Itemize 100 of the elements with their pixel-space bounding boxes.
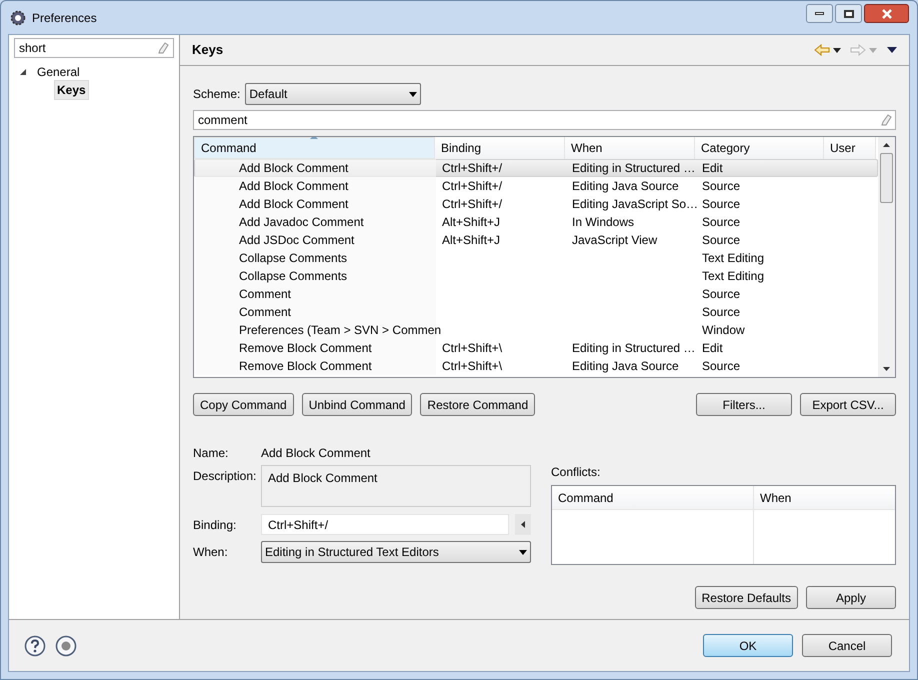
table-cell: Window [702, 323, 745, 337]
dropdown-icon [869, 48, 877, 52]
command-cell: Add Block Comment [239, 161, 348, 175]
table-row[interactable]: Comment Source [194, 303, 878, 321]
table-row[interactable]: Remove Block Comment Ctrl+Shift+\ Editing Java Source Source [194, 357, 878, 375]
scrollbar[interactable] [878, 137, 895, 377]
view-menu-icon[interactable] [887, 47, 897, 53]
table-cell: Source [702, 359, 740, 373]
collapse-arrow-icon[interactable] [20, 69, 26, 75]
table-cell: Editing JavaScript So… [572, 197, 698, 211]
command-cell: Collapse Comments [239, 269, 348, 283]
app-icon [10, 10, 26, 26]
table-cell: Alt+Shift+J [442, 233, 500, 247]
description-label: Description: [193, 468, 258, 485]
help-icon[interactable] [24, 634, 46, 656]
command-cell: Remove Block Comment [239, 359, 372, 373]
scroll-down-icon[interactable] [883, 367, 890, 371]
scheme-dropdown[interactable]: Default [245, 83, 422, 105]
dropdown-icon[interactable] [833, 48, 841, 52]
table-cell: Text Editing [702, 269, 764, 283]
maximize-icon [844, 10, 854, 18]
table-row[interactable]: Collapse Comments Text Editing [194, 267, 878, 285]
button[interactable]: Unbind Command [302, 393, 412, 416]
table-cell: Source [702, 233, 740, 247]
when-label: When: [193, 544, 229, 561]
filter-field[interactable]: short [14, 38, 174, 58]
column-header[interactable]: When [565, 137, 695, 159]
minimize-icon [815, 12, 824, 15]
table-cell: Editing Java Source [572, 359, 679, 373]
table-cell: Source [702, 197, 740, 211]
table-cell: Ctrl+Shift+/ [442, 161, 502, 175]
minimize-button[interactable] [806, 4, 833, 23]
scrollbar-thumb[interactable] [880, 153, 893, 203]
table-row[interactable]: Add Block Comment Ctrl+Shift+/ Editing JavaScript So… Source [194, 195, 878, 213]
table-row[interactable]: Add Javadoc Comment Alt+Shift+J In Windows Source [194, 213, 878, 231]
command-cell: Preferences (Team > SVN > Commen [239, 323, 442, 337]
button[interactable]: Apply [806, 586, 896, 609]
table-cell: Ctrl+Shift+\ [442, 359, 502, 373]
when-dropdown[interactable]: Editing in Structured Text Editors [261, 541, 531, 563]
table-cell: Editing in Structured … [572, 341, 696, 355]
name-label: Name: [193, 445, 230, 462]
window-title: Preferences [32, 10, 97, 26]
column-header[interactable]: User [824, 137, 876, 159]
table-cell: Editing Java Source [572, 179, 679, 193]
button[interactable]: Export CSV... [800, 393, 896, 416]
name-value: Add Block Comment [261, 445, 370, 462]
table-row[interactable]: Collapse Comments Text Editing [194, 249, 878, 267]
table-cell: Source [702, 287, 740, 301]
eraser-icon [881, 114, 892, 126]
tree-item[interactable]: General [35, 63, 82, 81]
column-header[interactable]: Command [194, 137, 435, 159]
caret-icon [519, 550, 527, 554]
button[interactable]: Restore Command [420, 393, 536, 416]
button[interactable]: Filters... [696, 393, 792, 416]
table-cell: Ctrl+Shift+\ [442, 341, 502, 355]
scroll-up-icon[interactable] [883, 143, 890, 147]
table-cell: Ctrl+Shift+/ [442, 179, 502, 193]
command-cell: Add Block Comment [239, 179, 348, 193]
command-cell: Comment [239, 287, 292, 301]
table-cell: Ctrl+Shift+/ [442, 197, 502, 211]
description-box: Add Block Comment [261, 465, 531, 507]
table-cell: Source [702, 305, 740, 319]
table-cell: Text Editing [702, 251, 764, 265]
table-cell: Editing in Structured … [572, 161, 696, 175]
table-row[interactable]: Comment Source [194, 285, 878, 303]
caret-icon [409, 92, 418, 96]
column-header[interactable]: Binding [435, 137, 565, 159]
table-cell: Alt+Shift+J [442, 215, 500, 229]
command-cell: Comment [239, 305, 292, 319]
close-button[interactable] [864, 4, 909, 23]
table-cell: Source [702, 179, 740, 193]
table-cell: Source [702, 215, 740, 229]
command-cell: Collapse Comments [239, 251, 348, 265]
record-icon[interactable] [55, 634, 77, 656]
button[interactable]: Cancel [802, 634, 892, 657]
caret-icon [521, 521, 525, 528]
forward-arrow-icon [850, 44, 866, 56]
binding-menu-button[interactable] [515, 514, 531, 535]
table-row[interactable]: Remove Block Comment Ctrl+Shift+\ Editing in Structured … Edit [194, 339, 878, 357]
eraser-icon [158, 42, 169, 54]
command-cell: Add Block Comment [239, 197, 348, 211]
conflicts-label: Conflicts: [551, 464, 602, 481]
table-row[interactable]: Add Block Comment Ctrl+Shift+/ Editing Java Source Source [194, 177, 878, 195]
table-cell: Edit [702, 341, 723, 355]
button[interactable]: Copy Command [193, 393, 294, 416]
binding-label: Binding: [193, 516, 238, 534]
table-row[interactable]: Add Block Comment Ctrl+Shift+/ Editing in Structured … Edit [194, 159, 878, 177]
scheme-label: Scheme: [193, 86, 240, 103]
tree-item[interactable]: Keys [54, 80, 89, 100]
column-header[interactable]: Category [695, 137, 824, 159]
command-filter-field[interactable]: comment [193, 110, 896, 130]
table-row[interactable]: Preferences (Team > SVN > Commen Window [194, 321, 878, 339]
button[interactable]: OK [703, 634, 793, 657]
maximize-button[interactable] [835, 4, 862, 23]
close-icon [880, 8, 892, 18]
command-cell: Remove Block Comment [239, 341, 372, 355]
table-row[interactable]: Add JSDoc Comment Alt+Shift+J JavaScript View Source [194, 231, 878, 249]
command-cell: Add JSDoc Comment [239, 233, 354, 247]
binding-field[interactable]: Ctrl+Shift+/ [261, 514, 509, 535]
button[interactable]: Restore Defaults [694, 586, 798, 609]
